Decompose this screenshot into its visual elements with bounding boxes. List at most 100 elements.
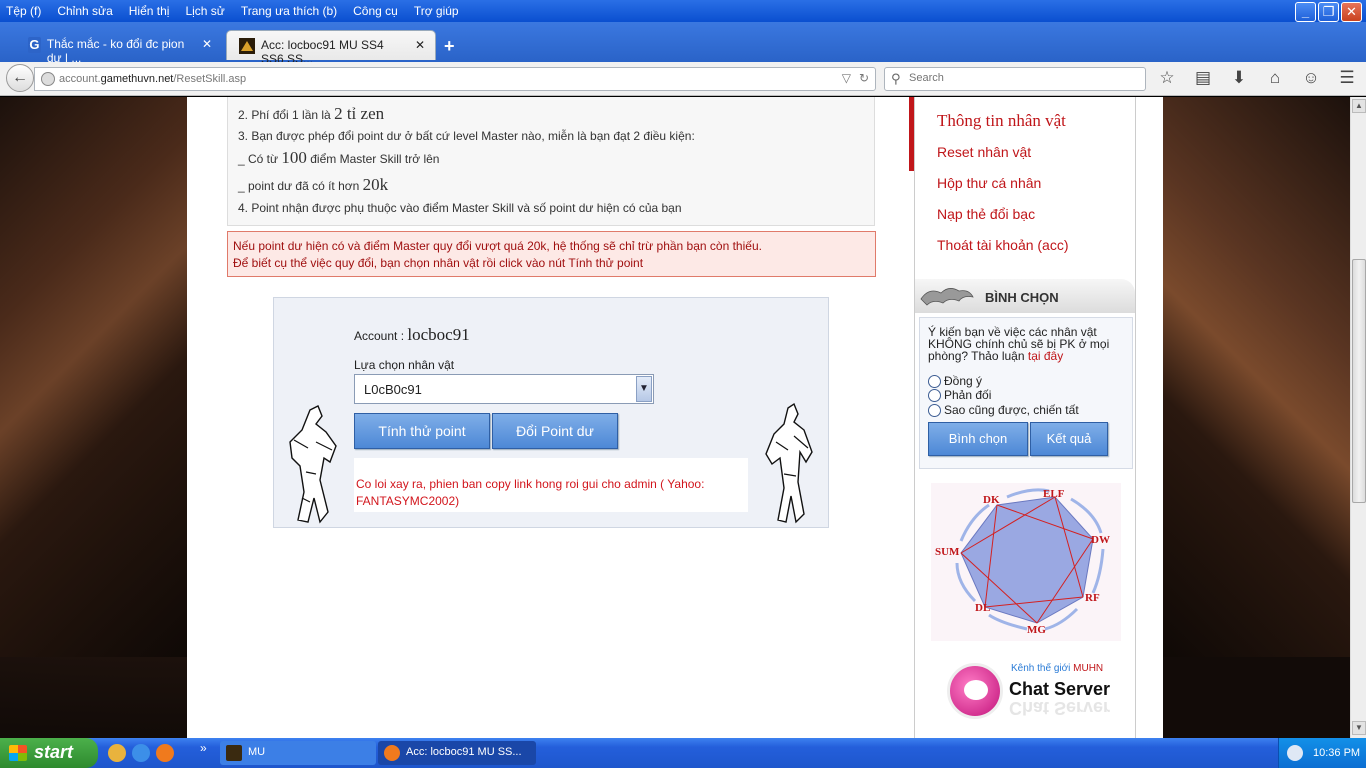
system-tray: 10:36 PM xyxy=(1278,738,1366,768)
diagram-label-dl: DL xyxy=(975,602,990,614)
smiley-icon[interactable]: ☺ xyxy=(1300,68,1322,88)
close-tab-icon[interactable]: ✕ xyxy=(202,37,212,60)
sidebar-item-mailbox[interactable]: Hộp thư cá nhân xyxy=(937,175,1041,191)
menu-history[interactable]: Lịch sử xyxy=(185,4,224,18)
warning-box: Nếu point dư hiện có và điểm Master quy … xyxy=(227,231,876,277)
vote-question: Ý kiến bạn về việc các nhân vật KHÔNG ch… xyxy=(928,325,1110,363)
chevron-down-icon[interactable]: ▼ xyxy=(636,376,652,402)
tab-bar: G Thắc mắc - ko đổi đc pion dư | ... ✕ A… xyxy=(0,22,1366,66)
vote-option-disagree[interactable]: Phản đối xyxy=(928,388,991,402)
sidebar: Thông tin nhân vật Reset nhân vật Hộp th… xyxy=(914,97,1136,738)
class-diagram: DK ELF DW RF MG DL SUM xyxy=(931,483,1121,641)
rule-conditions: 3. Bạn được phép đổi point dư ở bất cứ l… xyxy=(238,129,695,143)
menu-view[interactable]: Hiển thị xyxy=(129,4,170,18)
firefox-icon[interactable] xyxy=(156,744,174,762)
tab-question[interactable]: G Thắc mắc - ko đổi đc pion dư | ... ✕ xyxy=(16,30,222,65)
chat-title-reflection: Chat Server xyxy=(1009,698,1111,718)
taskbar-item-firefox[interactable]: Acc: locboc91 MU SS... xyxy=(378,741,536,765)
warrior-sketch-right xyxy=(765,402,813,524)
back-button[interactable]: ← xyxy=(6,64,34,92)
calc-point-button[interactable]: Tính thử point xyxy=(354,413,490,449)
reload-icon[interactable]: ↻ xyxy=(859,71,869,85)
scrollbar-thumb[interactable] xyxy=(1352,259,1366,503)
diagram-label-dw: DW xyxy=(1091,534,1110,546)
start-button[interactable]: start xyxy=(0,738,98,768)
warrior-sketch-left xyxy=(289,405,337,524)
sidebar-item-logout[interactable]: Thoát tài khoản (acc) xyxy=(937,237,1069,253)
reading-list-icon[interactable]: ▤ xyxy=(1192,68,1214,88)
mu-icon xyxy=(226,745,242,761)
convert-point-button[interactable]: Đổi Point dư xyxy=(492,413,618,449)
navigation-bar: account.gamethuvn.net/ResetSkill.asp ▽ ↻ … xyxy=(0,62,1366,96)
rules-box: 2. Phí đổi 1 lần là 2 tỉ zen 3. Bạn được… xyxy=(227,97,875,226)
diagram-label-mg: MG xyxy=(1027,624,1046,636)
home-icon[interactable]: ⌂ xyxy=(1264,68,1286,88)
search-icon: ⚲ xyxy=(891,71,901,86)
radio-button[interactable] xyxy=(928,374,941,388)
url-bar[interactable]: account.gamethuvn.net/ResetSkill.asp ▽ ↻ xyxy=(34,67,876,91)
result-button[interactable]: Kết quả xyxy=(1030,422,1108,456)
scroll-down-icon[interactable]: ▼ xyxy=(1352,721,1366,735)
diagram-label-elf: ELF xyxy=(1043,488,1065,500)
minimize-button[interactable]: _ xyxy=(1295,2,1316,22)
selected-character: L0cB0c91 xyxy=(364,382,422,397)
chat-bubble-icon xyxy=(947,663,1003,719)
dropdown-arrow-icon[interactable]: ▽ xyxy=(842,71,851,85)
warning-line: Nếu point dư hiện có và điểm Master quy … xyxy=(233,239,762,253)
quick-launch xyxy=(108,744,174,762)
menu-tools[interactable]: Công cụ xyxy=(353,4,398,18)
bookmark-star-icon[interactable]: ☆ xyxy=(1156,68,1178,88)
restore-button[interactable]: ❐ xyxy=(1318,2,1339,22)
menu-file[interactable]: Tệp (f) xyxy=(6,4,41,18)
sidebar-item-character-info[interactable]: Thông tin nhân vật xyxy=(937,111,1066,131)
radio-button[interactable] xyxy=(928,403,941,417)
scroll-up-icon[interactable]: ▲ xyxy=(1352,99,1366,113)
search-input[interactable] xyxy=(909,72,1109,84)
taskbar-item-mu[interactable]: MU xyxy=(220,741,376,765)
vertical-scrollbar[interactable]: ▲ ▼ xyxy=(1350,97,1366,738)
tray-icon[interactable] xyxy=(1287,745,1303,761)
menu-bookmarks[interactable]: Trang ưa thích (b) xyxy=(241,4,337,18)
taskbar: start » MU Acc: locboc91 MU SS... 10:36 … xyxy=(0,738,1366,768)
radio-button[interactable] xyxy=(928,388,941,402)
chat-subtitle: Kênh thế giới MUHN xyxy=(1011,663,1104,674)
tab-acc[interactable]: Acc: locboc91 MU SS4 SS6 SS... ✕ xyxy=(226,30,436,66)
new-tab-icon[interactable]: + xyxy=(444,36,455,57)
account-label: Account : locboc91 xyxy=(354,325,470,344)
g-favicon-icon: G xyxy=(28,37,41,53)
vote-box: Ý kiến bạn về việc các nhân vật KHÔNG ch… xyxy=(919,317,1133,469)
character-select[interactable]: L0cB0c91 ▼ xyxy=(354,374,654,404)
close-tab-icon[interactable]: ✕ xyxy=(415,38,425,60)
class-cycle-diagram: DK ELF DW RF MG DL SUM xyxy=(935,488,1110,636)
rule-master-skill: _ Có từ 100 điểm Master Skill trở lên xyxy=(238,148,440,167)
globe-icon xyxy=(41,72,55,86)
hamburger-menu-icon[interactable]: ☰ xyxy=(1336,68,1358,88)
ie-icon[interactable] xyxy=(132,744,150,762)
mu-favicon-icon xyxy=(239,38,255,54)
search-bar[interactable]: ⚲ xyxy=(884,67,1146,91)
convert-form: Account : locboc91 Lựa chọn nhân vật L0c… xyxy=(273,297,829,528)
vote-title: BÌNH CHỌN xyxy=(985,290,1059,305)
sidebar-item-reset[interactable]: Reset nhân vật xyxy=(937,144,1031,160)
chat-server-banner[interactable]: Kênh thế giới MUHN Chat Server Chat Serv… xyxy=(935,649,1119,737)
menu-help[interactable]: Trợ giúp xyxy=(414,4,459,18)
vote-option-whatever[interactable]: Sao cũng được, chiến tất xyxy=(928,403,1079,417)
page-content: 2. Phí đổi 1 lần là 2 tỉ zen 3. Bạn được… xyxy=(187,97,1163,738)
character-select-label: Lựa chọn nhân vật xyxy=(354,358,455,372)
vote-button[interactable]: Bình chọn xyxy=(928,422,1028,456)
rule-receive: 4. Point nhận được phụ thuộc vào điểm Ma… xyxy=(238,201,682,215)
menu-bar: Tệp (f) Chỉnh sửa Hiển thị Lịch sử Trang… xyxy=(0,0,1366,22)
app-icon[interactable] xyxy=(108,744,126,762)
sidebar-item-topup[interactable]: Nạp thẻ đổi bạc xyxy=(937,206,1035,222)
page-viewport: 2. Phí đổi 1 lần là 2 tỉ zen 3. Bạn được… xyxy=(0,97,1350,738)
firefox-icon xyxy=(384,745,400,761)
tab-title: Thắc mắc - ko đổi đc pion dư | ... xyxy=(46,37,185,65)
quick-launch-more-icon[interactable]: » xyxy=(200,741,207,755)
download-icon[interactable]: ⬇ xyxy=(1228,68,1250,88)
close-window-button[interactable]: ✕ xyxy=(1341,2,1362,22)
rule-point: _ point dư đã có ít hơn 20k xyxy=(238,175,389,194)
vote-discussion-link[interactable]: tại đây xyxy=(1028,349,1063,363)
menu-edit[interactable]: Chỉnh sửa xyxy=(57,4,112,18)
background-art-left xyxy=(0,97,187,657)
vote-option-agree[interactable]: Đồng ý xyxy=(928,374,982,388)
